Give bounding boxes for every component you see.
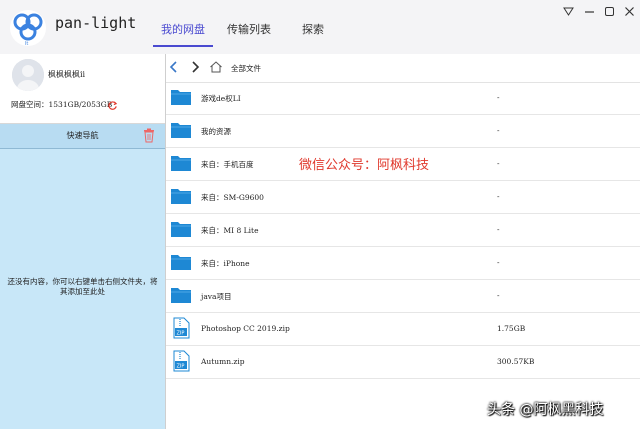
quick-nav-panel[interactable]: 还没有内容，你可以右键单击右侧文件夹，将其添加至此处 bbox=[0, 149, 166, 429]
file-size: 300.57KB bbox=[497, 357, 535, 366]
storage-quota: 网盘空间：1531GB/2053GB bbox=[11, 100, 113, 109]
folder-icon bbox=[171, 288, 191, 303]
trash-icon[interactable] bbox=[143, 128, 155, 143]
svg-text:ZIP: ZIP bbox=[177, 331, 185, 337]
file-row[interactable]: ZIP Autumn.zip 300.57KB bbox=[166, 346, 640, 379]
file-list: 游戏de权LI - 我的资源 - 来自：手机百度 - 来自：SM-G9600 -… bbox=[166, 82, 640, 379]
folder-icon bbox=[171, 123, 191, 138]
folder-icon bbox=[171, 90, 191, 105]
file-name: 来自：MI 8 Lite bbox=[201, 226, 259, 235]
minimize-icon[interactable] bbox=[584, 6, 595, 17]
quick-nav-header: 快速导航 bbox=[0, 124, 165, 149]
user-info-panel: 枫枫枫枫ii 网盘空间：1531GB/2053GB bbox=[0, 54, 165, 124]
app-logo-icon: lt bbox=[10, 10, 46, 47]
file-row[interactable]: 游戏de权LI - bbox=[166, 82, 640, 115]
breadcrumb[interactable]: 全部文件 bbox=[231, 63, 261, 74]
file-name: 游戏de权LI bbox=[201, 94, 241, 103]
avatar[interactable] bbox=[12, 59, 44, 91]
app-window: lt pan-light 我的网盘 传输列表 探索 枫枫枫枫ii 网盘空间：15… bbox=[0, 0, 640, 429]
file-size: - bbox=[497, 159, 500, 168]
svg-text:ZIP: ZIP bbox=[177, 364, 185, 370]
tab-explore[interactable]: 探索 bbox=[302, 21, 324, 37]
file-size: - bbox=[497, 258, 500, 267]
username: 枫枫枫枫ii bbox=[48, 70, 86, 79]
folder-icon bbox=[171, 222, 191, 237]
file-name: 来自：iPhone bbox=[201, 259, 250, 268]
file-row[interactable]: 我的资源 - bbox=[166, 115, 640, 148]
maximize-icon[interactable] bbox=[604, 6, 615, 17]
tab-my-drive[interactable]: 我的网盘 bbox=[161, 21, 205, 37]
file-row[interactable]: java项目 - bbox=[166, 280, 640, 313]
back-icon[interactable] bbox=[167, 60, 181, 74]
file-name: 我的资源 bbox=[201, 127, 231, 136]
file-name: 来自：SM-G9600 bbox=[201, 193, 264, 202]
file-name: Autumn.zip bbox=[201, 357, 245, 366]
file-size: - bbox=[497, 225, 500, 234]
refresh-icon[interactable] bbox=[107, 100, 118, 111]
quick-nav-title: 快速导航 bbox=[66, 131, 99, 140]
zip-file-icon: ZIP bbox=[173, 350, 190, 372]
file-row[interactable]: 来自：MI 8 Lite - bbox=[166, 214, 640, 247]
header-bar: lt pan-light 我的网盘 传输列表 探索 bbox=[0, 0, 640, 55]
home-icon[interactable] bbox=[209, 60, 223, 74]
quick-nav-empty-text: 还没有内容，你可以右键单击右侧文件夹，将其添加至此处 bbox=[7, 277, 158, 296]
forward-icon[interactable] bbox=[188, 60, 202, 74]
dropdown-icon[interactable] bbox=[563, 6, 574, 17]
file-size: - bbox=[497, 291, 500, 300]
file-row[interactable]: 来自：iPhone - bbox=[166, 247, 640, 280]
active-tab-indicator bbox=[153, 45, 213, 47]
file-toolbar: 全部文件 bbox=[166, 54, 640, 83]
file-name: Photoshop CC 2019.zip bbox=[201, 324, 290, 333]
folder-icon bbox=[171, 255, 191, 270]
file-row[interactable]: ZIP Photoshop CC 2019.zip 1.75GB bbox=[166, 313, 640, 346]
tab-transfer-list[interactable]: 传输列表 bbox=[227, 21, 271, 37]
file-name: java项目 bbox=[201, 292, 232, 301]
watermark-text: 微信公众号：阿枫科技 bbox=[299, 158, 430, 173]
file-size: - bbox=[497, 126, 500, 135]
folder-icon bbox=[171, 189, 191, 204]
corner-watermark: 头条 @阿枫黑科技 bbox=[487, 402, 604, 418]
folder-icon bbox=[171, 156, 191, 171]
file-size: - bbox=[497, 93, 500, 102]
app-title: pan-light bbox=[55, 14, 137, 32]
file-row[interactable]: 来自：SM-G9600 - bbox=[166, 181, 640, 214]
zip-file-icon: ZIP bbox=[173, 317, 190, 339]
file-size: - bbox=[497, 192, 500, 201]
file-size: 1.75GB bbox=[497, 324, 526, 333]
svg-text:lt: lt bbox=[25, 41, 28, 47]
file-name: 来自：手机百度 bbox=[201, 160, 254, 169]
close-icon[interactable] bbox=[624, 6, 635, 17]
